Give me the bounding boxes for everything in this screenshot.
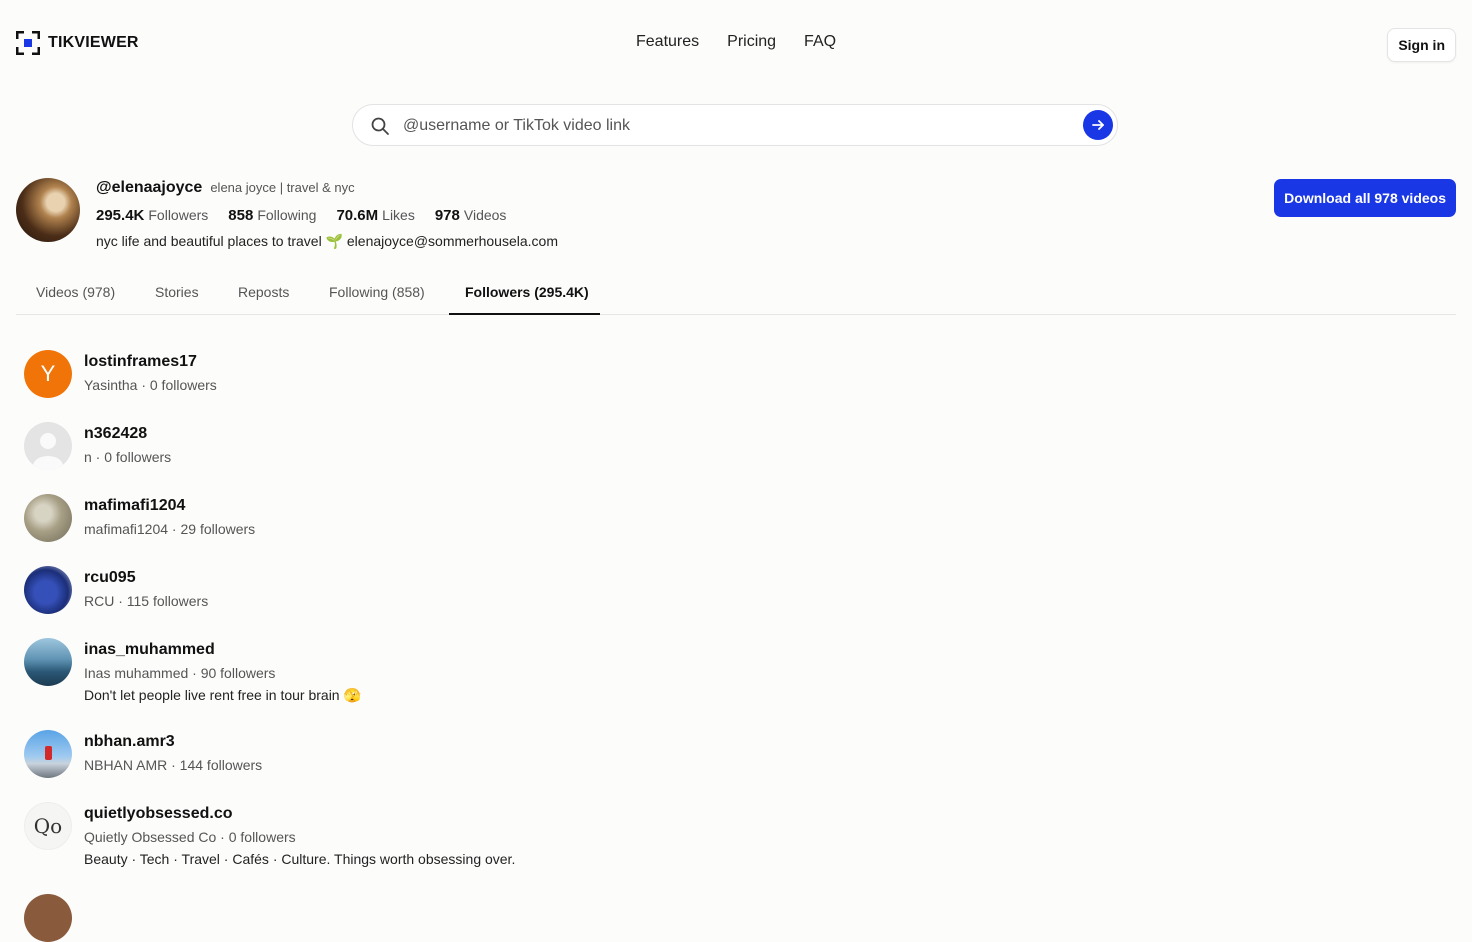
arrow-right-icon xyxy=(1092,120,1104,130)
profile-bio: nyc life and beautiful places to travel … xyxy=(96,233,558,249)
nav-pricing[interactable]: Pricing xyxy=(727,33,776,51)
videos-count: 978 xyxy=(434,207,460,224)
following-label: Following xyxy=(257,207,317,223)
profile-name-line: @elenaajoyce elena joyce | travel & nyc xyxy=(96,179,355,197)
profile-handle: @elenaajoyce xyxy=(96,179,203,196)
follower-subtitle: RCU · 115 followers xyxy=(84,593,209,609)
default-user-icon xyxy=(33,433,63,470)
follower-subtitle: Yasintha · 0 followers xyxy=(84,377,217,393)
likes-label: Likes xyxy=(382,207,415,223)
tab-reposts[interactable]: Reposts xyxy=(238,284,289,300)
followers-label: Followers xyxy=(148,207,209,223)
profile-summary: @elenaajoyce elena joyce | travel & nyc … xyxy=(16,178,1456,250)
avatar xyxy=(24,566,72,614)
logo[interactable]: TIKVIEWER xyxy=(16,31,139,55)
profile-stats: 295.4K Followers 858 Following 70.6M Likes … xyxy=(96,207,506,224)
avatar xyxy=(24,638,72,686)
profile-display-name: elena joyce | travel & nyc xyxy=(210,180,355,195)
follower-subtitle: Quietly Obsessed Co · 0 followers xyxy=(84,829,296,845)
follower-subtitle: mafimafi1204 · 29 followers xyxy=(84,521,256,537)
active-tab-indicator xyxy=(449,313,600,315)
brand-name: TIKVIEWER xyxy=(48,34,139,51)
avatar-figure xyxy=(45,746,52,760)
logo-icon xyxy=(16,31,40,55)
download-all-button[interactable]: Download all 978 videos xyxy=(1274,179,1456,217)
follower-bio: Beauty · Tech · Travel · Cafés · Culture… xyxy=(84,851,516,867)
avatar: Y xyxy=(24,350,72,398)
tab-stories[interactable]: Stories xyxy=(155,284,199,300)
stat-following: 858 Following xyxy=(228,207,316,224)
stat-followers: 295.4K Followers xyxy=(96,207,208,224)
following-count: 858 xyxy=(228,207,254,224)
profile-tabs: Videos (978) Stories Reposts Following (… xyxy=(16,272,1456,315)
avatar: Qo xyxy=(24,802,72,850)
site-header: TIKVIEWER Features Pricing FAQ Sign in xyxy=(0,0,1472,86)
follower-username[interactable]: quietlyobsessed.co xyxy=(84,805,233,823)
follower-subtitle: Inas muhammed · 90 followers xyxy=(84,665,276,681)
search-bar xyxy=(352,104,1118,146)
nav-features[interactable]: Features xyxy=(636,33,699,51)
avatar xyxy=(24,894,72,942)
videos-label: Videos xyxy=(463,207,507,223)
sign-in-button[interactable]: Sign in xyxy=(1387,28,1456,62)
profile-avatar xyxy=(16,178,80,242)
likes-count: 70.6M xyxy=(336,207,379,224)
search-input[interactable] xyxy=(401,113,1065,139)
nav-faq[interactable]: FAQ xyxy=(804,33,836,51)
tab-videos[interactable]: Videos (978) xyxy=(36,284,115,300)
followers-count: 295.4K xyxy=(96,207,145,224)
stat-videos: 978 Videos xyxy=(435,207,507,224)
avatar xyxy=(24,494,72,542)
follower-subtitle: NBHAN AMR · 144 followers xyxy=(84,757,263,773)
tab-followers[interactable]: Followers (295.4K) xyxy=(465,284,589,300)
follower-bio: Don't let people live rent free in tour … xyxy=(84,687,361,703)
follower-username[interactable]: inas_muhammed xyxy=(84,641,215,659)
search-submit-button[interactable] xyxy=(1083,110,1113,140)
main-nav: Features Pricing FAQ xyxy=(636,33,836,51)
stat-likes: 70.6M Likes xyxy=(336,207,414,224)
follower-subtitle: n · 0 followers xyxy=(84,449,172,465)
search-icon xyxy=(371,117,389,135)
avatar xyxy=(24,730,72,778)
follower-username[interactable]: rcu095 xyxy=(84,569,136,587)
follower-username[interactable]: lostinframes17 xyxy=(84,353,197,371)
tab-following[interactable]: Following (858) xyxy=(329,284,425,300)
follower-username[interactable]: n362428 xyxy=(84,425,147,443)
follower-username[interactable]: mafimafi1204 xyxy=(84,497,185,515)
avatar xyxy=(24,422,72,470)
follower-username[interactable]: nbhan.amr3 xyxy=(84,733,175,751)
